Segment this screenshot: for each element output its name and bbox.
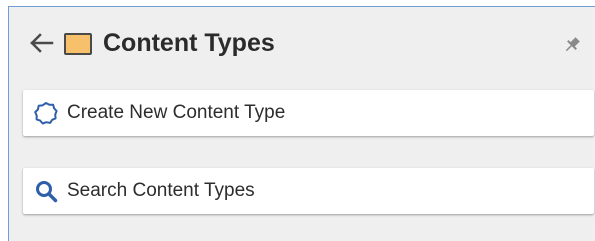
arrow-left-icon[interactable]	[27, 29, 55, 57]
search-content-types-label: Search Content Types	[67, 180, 255, 201]
create-new-content-type-label: Create New Content Type	[67, 102, 286, 123]
search-content-types-button[interactable]: Search Content Types	[23, 168, 594, 214]
search-icon	[36, 181, 58, 203]
create-new-content-type-button[interactable]: Create New Content Type	[23, 90, 594, 136]
page-title: Content Types	[103, 29, 275, 57]
badge-outline-icon	[34, 102, 58, 125]
panel-header: Content Types	[9, 7, 595, 83]
folder-icon	[64, 33, 92, 55]
pin-icon[interactable]	[563, 36, 581, 54]
content-types-panel: Content Types Create New Content Type Se…	[8, 6, 595, 241]
